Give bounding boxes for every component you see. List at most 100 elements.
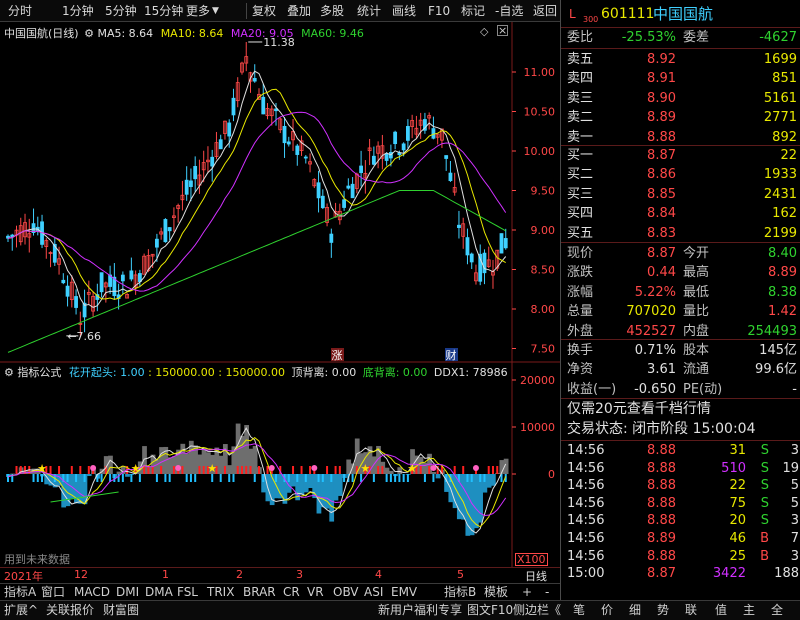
flow-bar [385,474,388,482]
toolbar-multi-stock-button[interactable]: 多股 [320,3,344,19]
panel-tab-all[interactable]: 全 [771,603,783,618]
tab-vr[interactable]: VR [307,585,324,600]
sidebar-toggle-button[interactable]: 侧边栏《 [513,603,561,618]
toolbar-more-button[interactable]: 更多 [186,3,210,19]
toolbar-watchlist-button[interactable]: -自选 [495,3,523,19]
price-tick-label: 10.50 [524,106,556,119]
fortune-circle-button[interactable]: 财富圈 [103,603,139,618]
toolbar-mark-button[interactable]: 标记 [461,3,485,19]
stat-value: 8.40 [768,246,797,261]
stat-value: 452527 [626,323,676,339]
tab-remove[interactable]: - [545,585,549,600]
promo-text[interactable]: 仅需20元查看千档行情 [567,400,711,419]
toolbar-tab-intraday[interactable]: 分时 [8,3,32,19]
tab-macd[interactable]: MACD [74,585,110,600]
panel-tab-linked[interactable]: 联 [685,603,697,618]
candle-body [359,165,364,174]
bid-row: 买四 8.84 162 [561,204,800,223]
flow-bar [49,466,52,474]
ma60-line [7,190,506,353]
panel-tab-trades[interactable]: 笔 [573,603,585,618]
fundamental-value: - [792,381,797,397]
l-badge: L [569,7,576,21]
related-quotes-button[interactable]: 关联报价 [46,603,94,618]
flow-bar [317,474,320,482]
tab-fsl[interactable]: FSL [177,585,198,600]
toolbar-stats-button[interactable]: 统计 [357,3,381,19]
diamond-icon[interactable]: ◇ [480,25,488,38]
new-user-promo-link[interactable]: 新用户福利专享 [378,603,462,618]
tab-indicator-a[interactable]: 指标A [4,585,36,600]
tab-template[interactable]: 模板 [484,585,508,600]
tab-cr[interactable]: CR [283,585,300,600]
tab-brar[interactable]: BRAR [243,585,276,600]
flow-bar [462,466,465,474]
tab-dma[interactable]: DMA [145,585,173,600]
candle-body [282,125,287,144]
panel-tab-trend[interactable]: 势 [657,603,669,618]
ask-volume: 5161 [763,90,797,106]
signal-dot [311,465,318,471]
ask-label: 卖四 [567,71,594,87]
tick-time: 14:56 [567,478,605,494]
tab-dmi[interactable]: DMI [116,585,139,600]
kline-chart[interactable]: 11.00 10.50 10.00 9.50 9.00 8.50 8.00 7.50 11.38… [0,22,560,367]
tab-add[interactable]: + [522,585,532,600]
gear-icon[interactable]: ⚙ [4,366,14,379]
candle-body [129,270,134,280]
toolbar-back-button[interactable]: 返回 [533,3,557,19]
toolbar-tab-15min[interactable]: 15分钟 [144,3,183,19]
panel-tab-detail[interactable]: 细 [629,603,641,618]
chevron-down-icon[interactable]: ▼ [212,3,219,19]
panel-tab-value[interactable]: 值 [715,603,727,618]
bid-label: 买一 [567,148,594,163]
fundamental-label: 流通 [683,362,710,378]
tab-window[interactable]: 窗口 [41,585,65,600]
indicator-chart[interactable]: 20000 10000 0 ★ ★ ★ ★ ★ ⚙ 指标公式 花开起头: 1.00 : 150… [0,362,560,567]
f10-graphic-button[interactable]: 图文F10 [467,603,513,618]
event-marker[interactable]: 涨 [332,349,343,362]
histogram-positive [218,455,224,474]
candle-body [261,96,266,115]
period-tab-daily[interactable]: 日线 [525,568,547,584]
close-icon[interactable]: × [497,25,508,36]
flow-bar [351,474,354,482]
signal-star-icon: ★ [360,462,370,475]
toolbar-overlay-button[interactable]: 叠加 [287,3,311,19]
tab-indicator-b[interactable]: 指标B [444,585,476,600]
toolbar-f10-button[interactable]: F10 [428,3,450,19]
flow-bar [121,474,124,482]
indicator-field-6: DDX1: 78986 [433,366,508,379]
histogram-negative [86,474,92,477]
toolbar-tab-1min[interactable]: 1分钟 [62,3,94,19]
settings-icon[interactable]: ⚙ [84,27,94,40]
flow-bar [223,466,226,474]
panel-tab-main[interactable]: 主 [743,603,755,618]
bid-volume: 2431 [763,186,797,202]
expand-button[interactable]: 扩展^ [4,603,38,618]
tick-direction: S [760,443,769,458]
bid-label: 买四 [567,206,594,222]
event-marker[interactable]: 财 [446,348,457,362]
promo-link[interactable]: 仅需20元查看千档行情 [561,400,800,419]
toolbar-draw-button[interactable]: 画线 [392,3,416,19]
price-tick-label: 7.50 [531,343,556,356]
stat-value: 8.89 [768,265,797,281]
candle-body [163,219,168,243]
histogram-negative [473,474,479,529]
toolbar-restore-button[interactable]: 复权 [252,3,276,19]
flow-bar [130,474,133,482]
fundamental-label: 换手 [567,343,594,358]
toolbar-tab-5min[interactable]: 5分钟 [105,3,137,19]
tab-emv[interactable]: EMV [391,585,417,600]
tab-asi[interactable]: ASI [364,585,383,600]
tab-obv[interactable]: OBV [333,585,359,600]
candle-body [218,139,223,150]
candle-body [193,166,198,180]
panel-tab-price[interactable]: 价 [601,603,613,618]
price-tick-label: 10.00 [524,145,556,158]
indicator-field-5: 底背离: 0.00 [362,366,428,379]
tick-volume: 20 [729,513,746,529]
flow-bar [287,474,290,482]
tab-trix[interactable]: TRIX [207,585,234,600]
